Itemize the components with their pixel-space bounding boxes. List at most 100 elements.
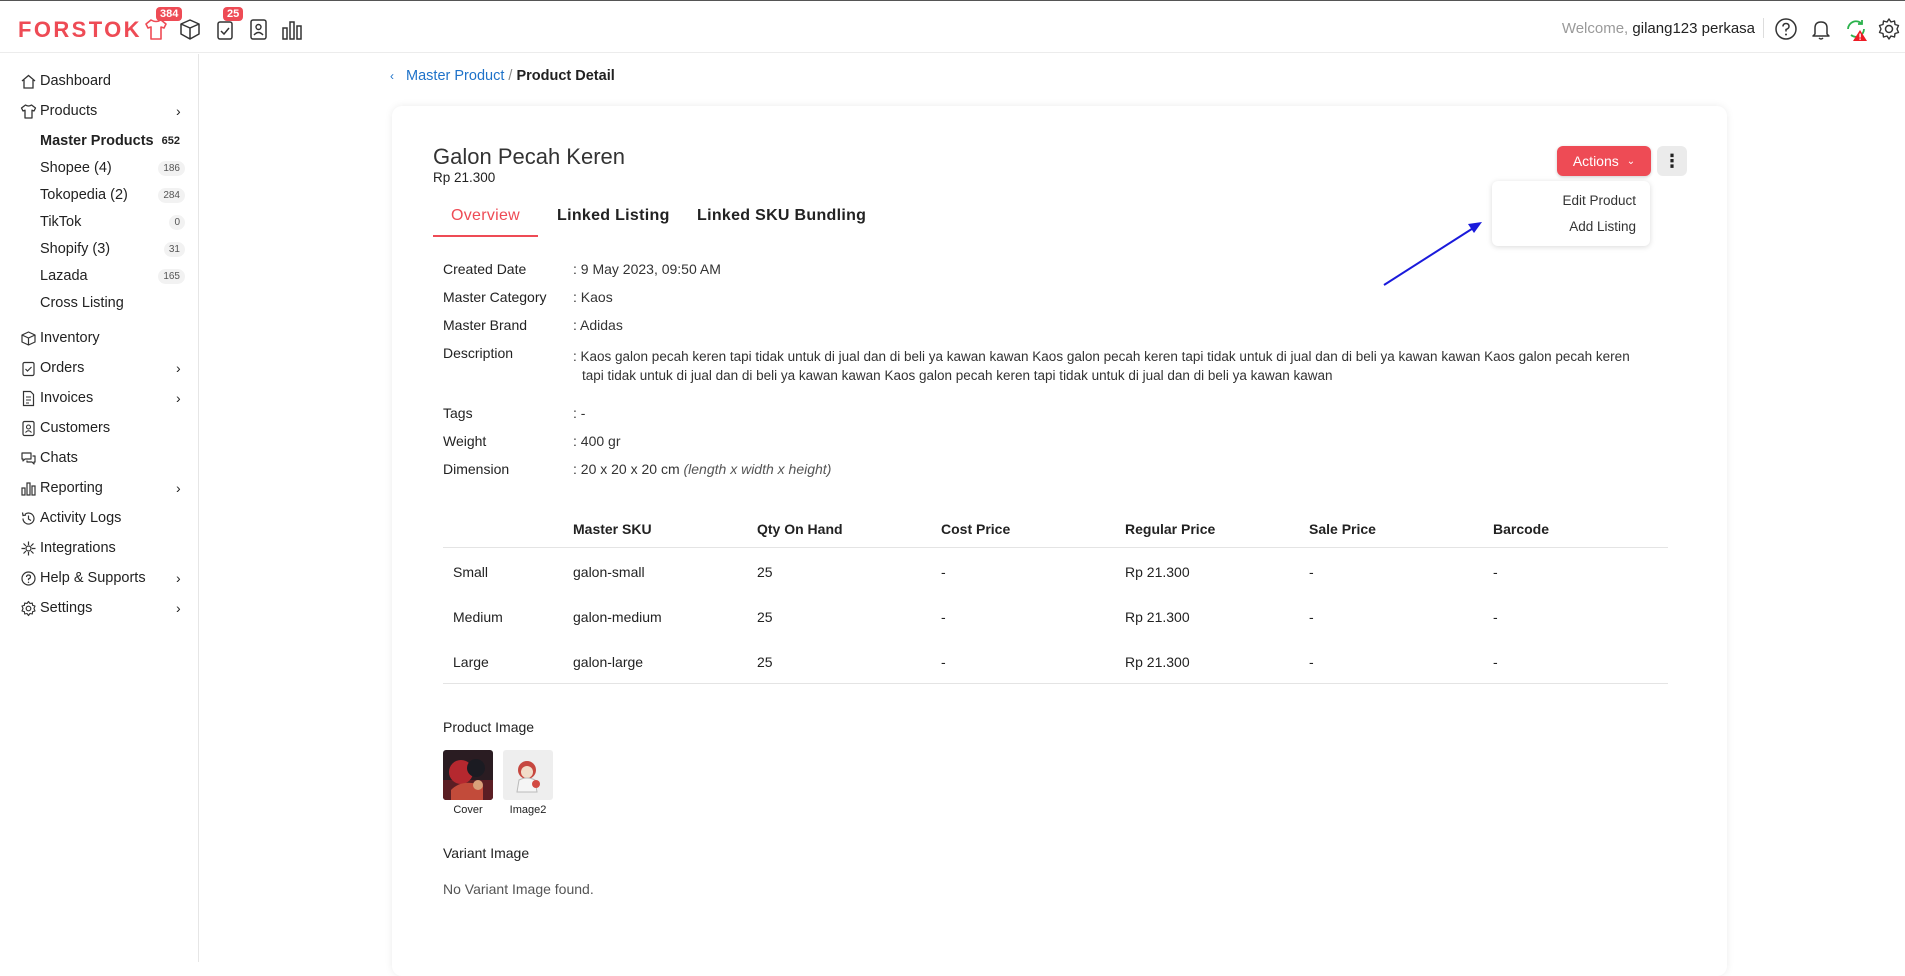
description-value: : Kaos galon pecah keren tapi tidak untu…	[573, 349, 1630, 383]
sub-item-label: Cross Listing	[40, 295, 124, 311]
sidebar-item-dashboard[interactable]: Dashboard	[0, 67, 199, 95]
chevron-down-icon: ⌄	[1626, 155, 1636, 167]
menu-item-add-listing[interactable]: Add Listing	[1569, 219, 1636, 234]
actions-button[interactable]: Actions ⌄	[1557, 146, 1651, 176]
sidebar-item-orders[interactable]: Orders ›	[0, 354, 199, 382]
tags-label: Tags	[443, 405, 473, 421]
column-header: Barcode	[1493, 520, 1550, 537]
username[interactable]: gilang123 perkasa	[1632, 20, 1755, 37]
sidebar-item-activity-logs[interactable]: Activity Logs	[0, 504, 199, 532]
tab-overview[interactable]: Overview	[433, 207, 538, 237]
sidebar-sub-master-products[interactable]: Master Products 652	[0, 129, 199, 153]
sidebar-item-inventory[interactable]: Inventory	[0, 324, 199, 352]
sidebar-item-invoices[interactable]: Invoices ›	[0, 384, 199, 412]
actions-label: Actions	[1572, 153, 1619, 169]
variant-barcode: -	[1493, 653, 1498, 670]
sidebar-sub-tokopedia[interactable]: Tokopedia (2) 284	[0, 183, 199, 207]
tab-linked-sku-bundling[interactable]: Linked SKU Bundling	[697, 207, 866, 237]
sidebar-sub-tiktok[interactable]: TikTok 0	[0, 210, 199, 234]
actions-dropdown-menu: Edit Product Add Listing	[1492, 181, 1650, 246]
welcome-text: Welcome, gilang123 perkasa	[1562, 20, 1755, 37]
table-row: Small galon-small 25 - Rp 21.300 - -	[443, 549, 1668, 594]
variant-barcode: -	[1493, 563, 1498, 580]
sidebar-item-label: Reporting	[40, 480, 103, 496]
product-image-cover-thumbnail[interactable]	[443, 750, 493, 800]
description-label: Description	[443, 345, 514, 361]
variant-sku: galon-medium	[573, 608, 662, 625]
sidebar-item-customers[interactable]: Customers	[0, 414, 199, 442]
sidebar-sub-shopify[interactable]: Shopify (3) 31	[0, 237, 199, 261]
sidebar-item-chats[interactable]: Chats	[0, 444, 199, 472]
sidebar-item-label: Products	[40, 103, 98, 119]
sidebar-sub-shopee[interactable]: Shopee (4) 186	[0, 156, 199, 180]
sidebar-sub-cross-listing[interactable]: Cross Listing	[0, 291, 199, 315]
breadcrumb-master-product[interactable]: Master Product	[406, 68, 504, 84]
sidebar-item-label: Chats	[40, 450, 78, 466]
sidebar-item-reporting[interactable]: Reporting ›	[0, 474, 199, 502]
variant-name: Large	[453, 653, 489, 670]
dimension-value: : 20 x 20 x 20 cm	[573, 461, 680, 477]
master-brand-value: : Adidas	[573, 317, 623, 333]
count-badge: 186	[158, 160, 185, 176]
sidebar-item-help-supports[interactable]: Help & Supports ›	[0, 564, 199, 592]
sidebar-item-integrations[interactable]: Integrations	[0, 534, 199, 562]
more-options-button[interactable]: ⋮	[1657, 146, 1687, 176]
sidebar-item-label: Activity Logs	[40, 510, 122, 526]
variant-sale-price: -	[1309, 563, 1314, 580]
sidebar-item-label: Dashboard	[40, 73, 111, 89]
tab-linked-listing[interactable]: Linked Listing	[557, 207, 670, 237]
chevron-right-icon: ›	[176, 103, 181, 119]
variant-qty: 25	[757, 653, 773, 670]
sidebar-item-settings[interactable]: Settings ›	[0, 594, 199, 622]
sub-item-label: Shopee (4)	[40, 160, 112, 176]
sidebar-sub-lazada[interactable]: Lazada 165	[0, 264, 199, 288]
breadcrumb-separator: /	[508, 68, 513, 84]
cube-icon	[20, 330, 37, 347]
page-title: Galon Pecah Keren	[433, 144, 626, 169]
forstok-logo[interactable]: FORSTOK	[18, 17, 142, 43]
clipboard-check-icon[interactable]: 25	[211, 7, 244, 43]
variant-sale-price: -	[1309, 653, 1314, 670]
weight-value: : 400 gr	[573, 433, 621, 449]
sub-item-label: Shopify (3)	[40, 241, 111, 257]
weight-label: Weight	[443, 433, 487, 449]
column-header: Qty On Hand	[757, 520, 843, 537]
variant-sku: galon-small	[573, 563, 645, 580]
chat-bubbles-icon	[20, 450, 37, 467]
table-row: Medium galon-medium 25 - Rp 21.300 - -	[443, 594, 1668, 639]
sync-warning-icon[interactable]	[1843, 16, 1869, 42]
sidebar-item-label: Customers	[40, 420, 111, 436]
home-icon	[20, 73, 37, 90]
sub-item-label: Lazada	[40, 268, 88, 284]
bar-chart-icon	[20, 480, 37, 497]
gear-icon[interactable]	[1876, 16, 1902, 42]
topbar-divider	[1763, 18, 1764, 38]
contact-book-icon[interactable]	[244, 15, 272, 43]
sidebar-item-label: Invoices	[40, 390, 94, 406]
sidebar-item-products[interactable]: Products ›	[0, 97, 199, 125]
variant-barcode: -	[1493, 608, 1498, 625]
document-icon	[20, 390, 37, 407]
product-price: Rp 21.300	[433, 170, 496, 185]
bell-icon[interactable]	[1808, 16, 1834, 42]
dimension-note: (length x width x height)	[683, 461, 832, 477]
chevron-right-icon: ›	[176, 480, 181, 496]
annotation-arrow-icon	[1383, 222, 1482, 286]
product-image-2-thumbnail[interactable]	[503, 750, 553, 800]
column-header: Master SKU	[573, 520, 652, 537]
breadcrumb-current: Product Detail	[516, 68, 615, 84]
menu-item-edit-product[interactable]: Edit Product	[1562, 193, 1636, 208]
table-bottom-divider	[443, 683, 1668, 684]
tshirt-icon[interactable]: 384	[142, 7, 183, 43]
sub-item-label: Master Products	[40, 133, 154, 149]
chevron-left-icon[interactable]: ‹	[390, 69, 394, 83]
clipboard-check-icon	[20, 360, 37, 377]
variant-qty: 25	[757, 608, 773, 625]
created-date-label: Created Date	[443, 261, 527, 277]
help-icon[interactable]	[1773, 16, 1799, 42]
sidebar: Dashboard Products › Master Products 652…	[0, 54, 199, 962]
master-category-value: : Kaos	[573, 289, 613, 305]
variant-cost: -	[941, 608, 946, 625]
bar-chart-icon[interactable]	[278, 15, 306, 43]
box-icon[interactable]	[176, 15, 204, 43]
